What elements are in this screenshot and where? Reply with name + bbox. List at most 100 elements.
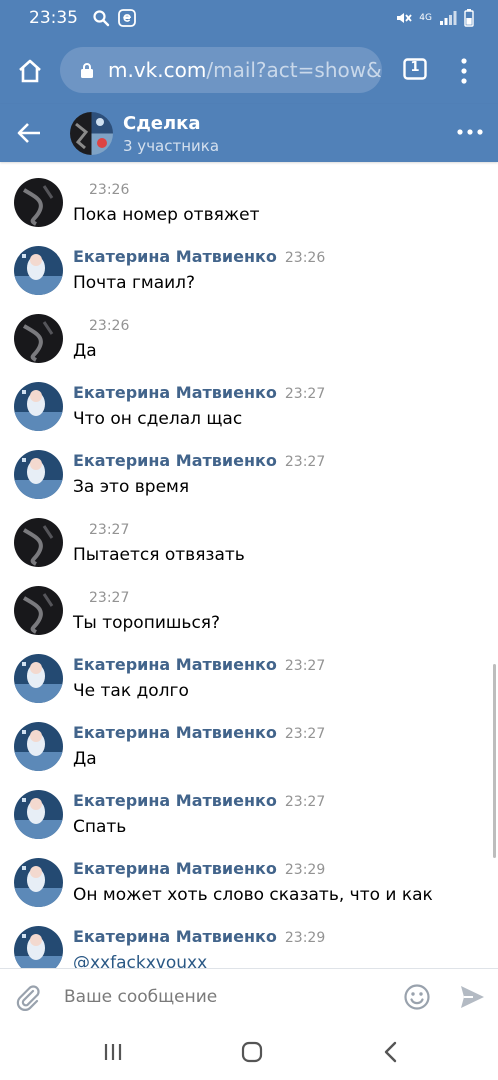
- back-button[interactable]: [16, 121, 42, 145]
- avatar[interactable]: [14, 790, 63, 839]
- system-nav-bar: [0, 1024, 498, 1080]
- message-text: Пытается отвязать: [73, 545, 245, 565]
- send-button[interactable]: [458, 983, 486, 1011]
- message-item[interactable]: Екатерина Матвиенко 23:29 Он может хоть с…: [0, 842, 498, 910]
- tabs-button[interactable]: 1: [403, 58, 427, 80]
- home-circle-icon: [241, 1041, 263, 1063]
- sender-name[interactable]: Екатерина Матвиенко: [73, 655, 277, 674]
- sender-name[interactable]: Екатерина Матвиенко: [73, 859, 277, 878]
- avatar[interactable]: [14, 314, 63, 363]
- chevron-left-icon: [384, 1041, 397, 1063]
- message-item[interactable]: Екатерина Матвиенко 23:27 Спать: [0, 774, 498, 842]
- message-item[interactable]: Екатерина Матвиенко 23:27 За это время: [0, 434, 498, 502]
- signal-icon: [439, 10, 457, 26]
- sender-name[interactable]: Екатерина Матвиенко: [73, 791, 277, 810]
- message-text: Спать: [73, 817, 127, 837]
- send-icon: [461, 986, 484, 1008]
- sender-name[interactable]: Екатерина Матвиенко: [73, 383, 277, 402]
- avatar[interactable]: [14, 450, 63, 499]
- status-bar: 23:35 4G: [0, 0, 498, 38]
- chat-header: Сделка 3 участника: [0, 104, 498, 162]
- smile-icon: [404, 984, 430, 1010]
- home-button[interactable]: [16, 57, 44, 85]
- message-time: 23:29: [284, 862, 326, 878]
- message-text: Он может хоть слово сказать, что и как: [73, 885, 433, 905]
- message-text: Да: [73, 749, 97, 769]
- paperclip-icon: [16, 985, 40, 1011]
- message-list[interactable]: 23:26 Пока номер отвяжет Екатерина Матви…: [0, 162, 498, 968]
- message-item[interactable]: 23:26 Да: [0, 298, 498, 366]
- avatar[interactable]: [14, 178, 63, 227]
- emoji-button[interactable]: [403, 983, 431, 1011]
- message-item[interactable]: 23:26 Пока номер отвяжет: [0, 162, 498, 230]
- sender-name[interactable]: Екатерина Матвиенко: [73, 723, 277, 742]
- more-dots-icon: [457, 129, 483, 135]
- avatar[interactable]: [14, 518, 63, 567]
- message-item[interactable]: 23:27 Ты торопишься?: [0, 570, 498, 638]
- avatar[interactable]: [14, 722, 63, 771]
- system-home-button[interactable]: [240, 1040, 264, 1064]
- message-item[interactable]: Екатерина Матвиенко 23:27 Че так долго: [0, 638, 498, 706]
- recent-apps-icon: [104, 1044, 122, 1060]
- browser-menu-button[interactable]: [452, 56, 476, 86]
- message-time: 23:26: [89, 182, 130, 198]
- message-text: Че так долго: [73, 681, 189, 701]
- message-item[interactable]: Екатерина Матвиенко 23:26 Почта гмаил?: [0, 230, 498, 298]
- sender-name[interactable]: Екатерина Матвиенко: [73, 247, 277, 266]
- url-host: m.vk.com: [108, 58, 207, 82]
- url-text: m.vk.com/mail?act=show&: [108, 58, 382, 82]
- mute-icon: [394, 9, 412, 27]
- network-label: 4G: [419, 12, 432, 23]
- message-text: Почта гмаил?: [73, 273, 196, 293]
- message-time: 23:27: [284, 658, 326, 674]
- avatar[interactable]: [14, 382, 63, 431]
- status-time: 23:35: [29, 8, 78, 28]
- url-path: /mail?act=show&: [206, 58, 382, 82]
- message-text: Что он сделал щас: [73, 409, 243, 429]
- avatar[interactable]: [14, 246, 63, 295]
- search-icon: [92, 9, 110, 27]
- tab-count: 1: [410, 60, 420, 75]
- message-time: 23:27: [89, 590, 130, 606]
- avatar[interactable]: [14, 926, 63, 968]
- message-time: 23:27: [284, 726, 326, 742]
- message-time: 23:27: [284, 454, 326, 470]
- e-icon: [118, 9, 136, 27]
- message-text: За это время: [73, 477, 190, 497]
- avatar[interactable]: [14, 654, 63, 703]
- arrow-left-icon: [17, 123, 40, 143]
- message-text: Пока номер отвяжет: [73, 205, 260, 225]
- browser-toolbar: m.vk.com/mail?act=show& 1: [0, 38, 498, 104]
- message-composer: [0, 968, 498, 1024]
- message-item[interactable]: Екатерина Матвиенко 23:29 @xxfackxvouxx: [0, 910, 498, 968]
- message-item[interactable]: Екатерина Матвиенко 23:27 Да: [0, 706, 498, 774]
- message-item[interactable]: Екатерина Матвиенко 23:27 Что он сделал щ…: [0, 366, 498, 434]
- battery-icon: [464, 9, 474, 27]
- message-item[interactable]: 23:27 Пытается отвязать: [0, 502, 498, 570]
- message-input[interactable]: [62, 981, 386, 1013]
- message-time: 23:29: [284, 930, 326, 946]
- home-icon: [19, 59, 41, 83]
- mention-link[interactable]: @xxfackxvouxx: [73, 953, 207, 968]
- message-time: 23:27: [284, 794, 326, 810]
- chat-more-button[interactable]: [456, 126, 484, 138]
- message-time: 23:26: [284, 250, 326, 266]
- message-time: 23:26: [89, 318, 130, 334]
- recent-apps-button[interactable]: [102, 1041, 124, 1063]
- message-text: Ты торопишься?: [73, 613, 221, 633]
- sender-name[interactable]: Екатерина Матвиенко: [73, 451, 277, 470]
- message-text: Да: [73, 341, 97, 361]
- chat-avatar[interactable]: [70, 112, 113, 155]
- chat-member-count: 3 участника: [123, 137, 220, 155]
- menu-icon: [461, 58, 467, 84]
- lock-icon: [80, 62, 94, 79]
- attach-button[interactable]: [14, 983, 42, 1011]
- avatar[interactable]: [14, 586, 63, 635]
- avatar[interactable]: [14, 858, 63, 907]
- scrollbar[interactable]: [493, 664, 496, 858]
- address-bar[interactable]: m.vk.com/mail?act=show&: [60, 47, 382, 93]
- system-back-button[interactable]: [380, 1040, 402, 1064]
- message-time: 23:27: [284, 386, 326, 402]
- chat-title: Сделка: [123, 113, 201, 134]
- sender-name[interactable]: Екатерина Матвиенко: [73, 927, 277, 946]
